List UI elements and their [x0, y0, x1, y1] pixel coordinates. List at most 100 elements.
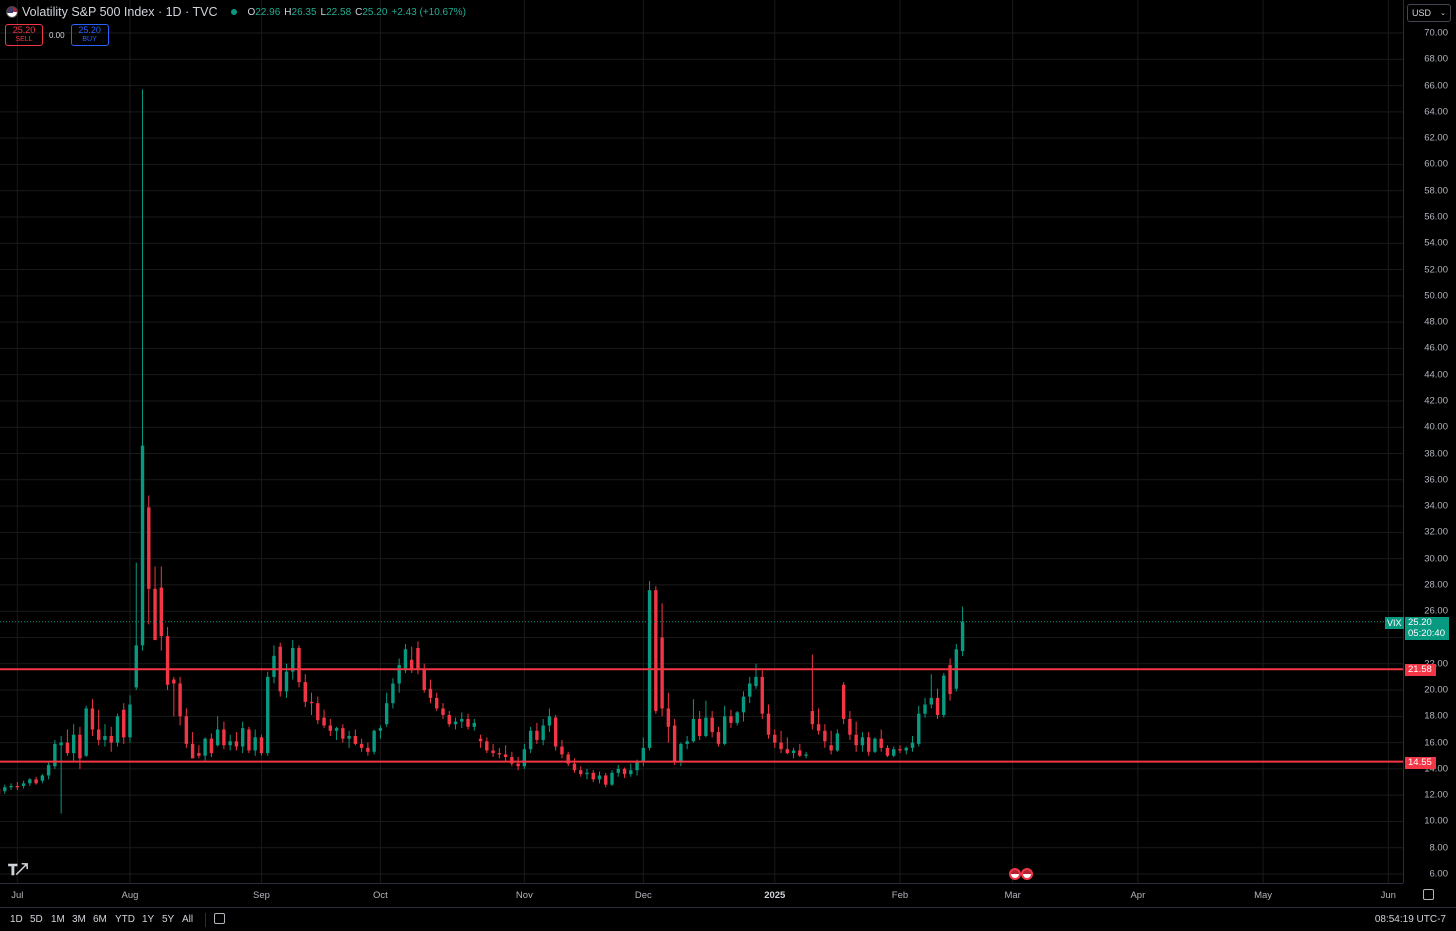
candle	[65, 729, 70, 756]
symbol-legend: Volatility S&P 500 Index · 1D · TVC O22.…	[6, 5, 470, 19]
candle-body	[71, 734, 76, 754]
candle-body	[503, 754, 508, 758]
candle-body	[234, 741, 239, 747]
candle	[666, 692, 671, 743]
candle	[190, 732, 195, 759]
candle-body	[115, 716, 120, 743]
candle-body	[3, 787, 7, 792]
price-tick-label: 42.00	[1424, 395, 1448, 407]
chart-pane[interactable]	[0, 0, 1403, 883]
time-tick-label: Dec	[634, 890, 652, 901]
ohlc-change: +2.43 (+10.67%)	[391, 6, 466, 18]
ohlc-low: L22.58	[320, 6, 352, 18]
tradingview-logo-icon[interactable]: 𝐓↗	[8, 862, 28, 879]
candle-body	[779, 742, 783, 750]
candlestick-chart[interactable]	[0, 0, 1403, 883]
candle	[40, 774, 45, 784]
candle	[309, 692, 314, 715]
candle	[679, 742, 683, 767]
currency-value: USD	[1412, 8, 1432, 18]
candle	[948, 658, 952, 701]
trade-panel: 25.20 SELL 0.00 25.20 BUY	[5, 24, 109, 46]
candle-body	[723, 716, 727, 744]
candle-body	[209, 738, 214, 754]
event-flag-icon[interactable]	[1009, 868, 1021, 880]
candle	[622, 767, 627, 779]
clock[interactable]: 08:54:19 UTC-7	[1375, 914, 1446, 925]
candle-body	[372, 730, 376, 752]
candle	[904, 746, 908, 755]
price-tick-label: 16.00	[1424, 737, 1448, 749]
candle-body	[697, 718, 702, 737]
range-1y-button[interactable]: 1Y	[142, 914, 154, 925]
candle	[391, 678, 395, 709]
candle	[147, 495, 151, 625]
candle	[272, 645, 276, 684]
candle-body	[128, 704, 132, 738]
price-axis[interactable]: 70.00 68.00 66.00 64.00 62.00 60.00 58.00 56.00…	[1403, 0, 1456, 883]
candle	[854, 721, 858, 752]
ohlc-high: H26.35	[284, 6, 317, 18]
candle	[59, 736, 63, 814]
candle-body	[384, 703, 389, 725]
candle-body	[873, 738, 877, 752]
candle	[359, 738, 364, 752]
candle	[259, 734, 264, 756]
symbol-title[interactable]: Volatility S&P 500 Index · 1D · TVC	[22, 5, 217, 19]
range-ytd-button[interactable]: YTD	[115, 914, 135, 925]
range-1m-button[interactable]: 1M	[51, 914, 65, 925]
candle	[760, 670, 764, 719]
candle-body	[685, 741, 689, 744]
candle	[140, 89, 145, 651]
candle-body	[816, 724, 821, 731]
candle-body	[528, 730, 533, 750]
candle-body	[691, 718, 696, 742]
price-tick-label: 58.00	[1424, 185, 1448, 197]
candle-body	[140, 445, 145, 646]
candle-body	[535, 730, 539, 740]
candle-body	[773, 734, 777, 743]
candle	[647, 580, 652, 751]
candle	[597, 771, 602, 784]
sell-button[interactable]: 25.20 SELL	[5, 24, 43, 46]
range-all-button[interactable]: All	[182, 914, 193, 925]
candle	[378, 725, 383, 739]
candle	[172, 676, 176, 717]
time-axis[interactable]: Jul Aug Sep Oct Nov Dec 2025 Feb Mar Apr May Jun	[0, 883, 1403, 907]
candle	[165, 626, 170, 691]
price-tick-label: 36.00	[1424, 474, 1448, 486]
candle-body	[147, 507, 151, 589]
candle-body	[322, 717, 326, 726]
candle-body	[942, 675, 946, 715]
upper-level-tag: 21.58	[1405, 664, 1436, 676]
candle	[303, 674, 307, 708]
candle	[898, 745, 902, 754]
range-6m-button[interactable]: 6M	[93, 914, 107, 925]
candle-body	[791, 750, 796, 754]
ohlc-close: C25.20	[355, 6, 388, 18]
candle	[97, 709, 101, 746]
candle	[322, 709, 326, 729]
goto-date-icon[interactable]	[1423, 889, 1434, 900]
currency-select[interactable]: USD ⌄	[1407, 4, 1451, 22]
candle-body	[103, 736, 107, 740]
candle	[153, 566, 157, 641]
range-5y-button[interactable]: 5Y	[162, 914, 174, 925]
buy-button[interactable]: 25.20 BUY	[70, 24, 109, 46]
event-flag-icon[interactable]	[1021, 868, 1033, 880]
candle	[798, 743, 802, 758]
time-tick-label: Feb	[891, 890, 909, 901]
price-tick-label: 52.00	[1424, 264, 1448, 276]
range-1d-button[interactable]: 1D	[10, 914, 23, 925]
candle	[766, 704, 771, 739]
range-3m-button[interactable]: 3M	[72, 914, 86, 925]
candle-body	[616, 768, 620, 773]
candle-body	[917, 713, 921, 744]
candle	[28, 778, 32, 786]
candle	[503, 745, 508, 761]
candle-body	[222, 729, 226, 746]
candle	[566, 751, 570, 767]
candle	[184, 708, 189, 748]
calendar-icon[interactable]	[214, 913, 225, 924]
range-5d-button[interactable]: 5D	[30, 914, 43, 925]
